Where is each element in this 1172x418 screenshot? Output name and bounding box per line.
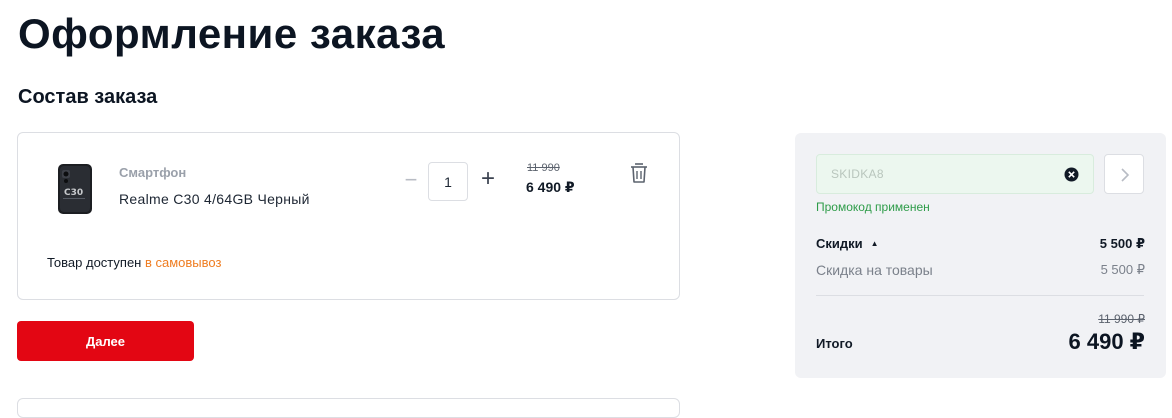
promo-status: Промокод применен: [816, 200, 930, 214]
caret-up-icon: ▲: [870, 239, 879, 248]
pickup-link[interactable]: в самовывоз: [145, 255, 221, 270]
availability-text: Товар доступен: [47, 255, 145, 270]
discounts-toggle[interactable]: Скидки ▲: [816, 236, 879, 251]
discounts-label: Скидки: [816, 236, 863, 251]
goods-discount-label: Скидка на товары: [816, 262, 933, 278]
total-value: 6 490 ₽: [1068, 329, 1145, 354]
total-label: Итого: [816, 336, 853, 351]
quantity-increase-button[interactable]: +: [477, 167, 499, 191]
close-circle-icon[interactable]: [1064, 167, 1079, 182]
cart-item-card: C30 Смартфон Realme C30 4/64GB Черный − …: [17, 132, 680, 300]
discounts-value: 5 500 ₽: [1099, 236, 1145, 251]
goods-discount-value: 5 500 ₽: [1100, 262, 1145, 277]
promo-code-field: [816, 154, 1094, 194]
quantity-decrease-button[interactable]: −: [400, 169, 422, 192]
promo-code-input[interactable]: [831, 155, 1051, 193]
smartphone-image: C30: [58, 164, 92, 214]
svg-text:C30: C30: [64, 188, 83, 198]
product-name[interactable]: Realme C30 4/64GB Черный: [119, 191, 310, 207]
order-summary-panel: Промокод применен Скидки ▲ 5 500 ₽ Скидка…: [795, 133, 1166, 378]
quantity-input[interactable]: [428, 162, 468, 201]
promo-submit-button[interactable]: [1104, 154, 1144, 194]
section-title: Состав заказа: [18, 86, 158, 108]
trash-icon[interactable]: [628, 161, 650, 185]
item-price-new: 6 490 ₽: [526, 179, 575, 195]
chevron-right-icon: [1121, 168, 1130, 182]
next-section-card: [17, 398, 680, 418]
total-price-old: 11 990 ₽: [1098, 312, 1145, 326]
product-category: Смартфон: [119, 165, 187, 180]
availability-note: Товар доступен в самовывоз: [47, 255, 221, 270]
next-button[interactable]: Далее: [17, 321, 194, 361]
divider: [816, 295, 1144, 296]
page-title: Оформление заказа: [18, 10, 446, 57]
item-price-old: 11 990: [527, 162, 560, 174]
